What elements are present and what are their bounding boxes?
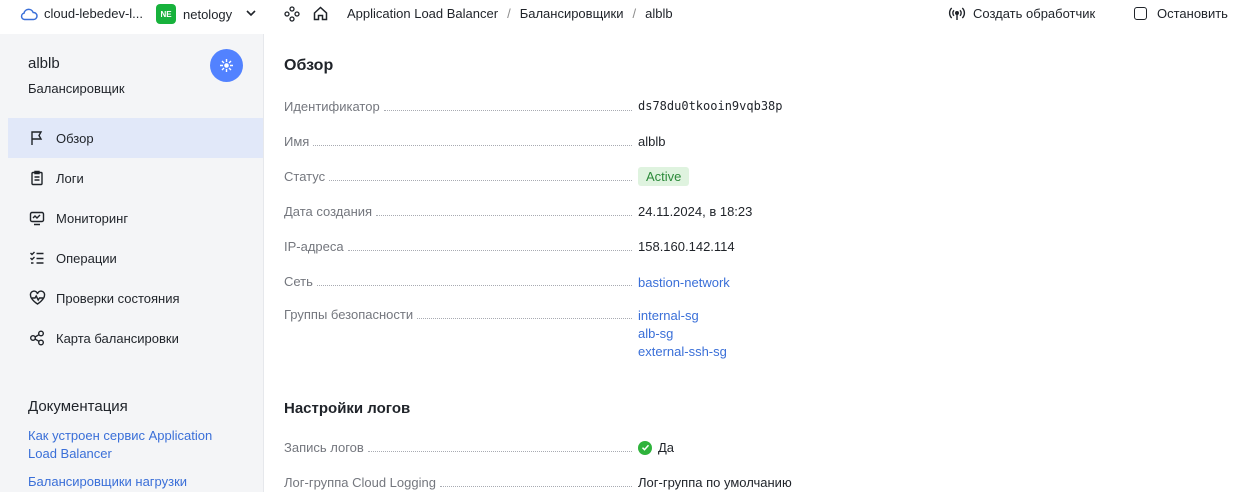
field-label: Имя [284,134,632,149]
cloud-icon [20,8,38,20]
field-label: Идентификатор [284,99,632,114]
sidebar-item-label: Проверки состояния [56,290,180,306]
stop-label: Остановить [1157,6,1228,21]
resource-title: alblb [28,55,60,72]
clipboard-icon [28,169,46,187]
field-created: Дата создания 24.11.2024, в 18:23 [284,204,1244,224]
create-handler-label: Создать обработчик [973,6,1096,21]
org-selector[interactable]: NE netology [156,4,232,24]
org-badge: NE [156,4,176,24]
field-label: Группы безопасности [284,307,632,322]
breadcrumb-service[interactable]: Application Load Balancer [347,6,498,21]
sidebar-item-overview[interactable]: Обзор [8,118,263,158]
sidebar-item-label: Операции [56,250,117,266]
breadcrumb-separator: / [632,6,637,21]
field-id: Идентификатор ds78du0tkooin9vqb38p [284,99,1244,119]
broadcast-icon [948,7,966,20]
field-label: Статус [284,169,632,184]
sidebar-item-monitoring[interactable]: Мониторинг [8,198,263,238]
top-bar: cloud-lebedev-l... NE netology Applicati… [0,0,1256,30]
sidebar-item-logs[interactable]: Логи [8,158,263,198]
security-group-link[interactable]: internal-sg [638,307,727,325]
field-value: ds78du0tkooin9vqb38p [638,99,783,113]
list-checks-icon [28,249,46,267]
sidebar: alblb Балансировщик Обзор Логи Мониторин… [8,34,264,492]
org-name: netology [183,6,233,22]
chevron-down-icon[interactable] [245,7,257,22]
field-value: 158.160.142.114 [638,239,735,254]
field-label: Запись логов [284,440,632,455]
breadcrumb: Application Load Balancer / Балансировщи… [347,6,673,21]
field-label: IP-адреса [284,239,632,254]
field-value: alblb [638,134,666,149]
field-log-group: Лог-группа Cloud Logging Лог-группа по у… [284,475,1244,495]
field-label: Сеть [284,274,632,289]
resource-type: Балансировщик [28,81,125,96]
network-link[interactable]: bastion-network [638,274,730,292]
breadcrumb-current: alblb [645,6,673,21]
security-group-link[interactable]: external-ssh-sg [638,343,727,361]
doc-link-load-balancers[interactable]: Балансировщики нагрузки [28,473,238,491]
field-name: Имя alblb [284,134,1244,154]
cloud-selector[interactable]: cloud-lebedev-l... [20,6,143,21]
stop-button[interactable]: Остановить [1134,6,1228,21]
sidebar-item-label: Карта балансировки [56,330,179,346]
field-value: Да [658,440,675,455]
field-network: Сеть bastion-network [284,274,1244,294]
sidebar-nav: Обзор Логи Мониторинг Операции Проверки … [8,118,263,358]
heartbeat-icon [28,289,46,307]
flag-icon [28,129,46,147]
field-log-write: Запись логов Да [284,440,1244,460]
field-label: Дата создания [284,204,632,219]
doc-link-alb-overview[interactable]: Как устроен сервис Application Load Bala… [28,427,238,463]
field-value: 24.11.2024, в 18:23 [638,204,753,219]
share-nodes-icon [28,329,46,347]
stop-icon [1134,7,1147,20]
load-balancer-service-icon [210,49,243,82]
sidebar-item-health-checks[interactable]: Проверки состояния [8,278,263,318]
breadcrumb-separator: / [507,6,511,21]
service-nodes-icon[interactable] [284,6,300,25]
status-badge: Active [638,167,690,186]
logs-settings-heading: Настройки логов [284,400,411,417]
field-ip: IP-адреса 158.160.142.114 [284,239,1244,259]
field-security-groups: Группы безопасности internal-sg alb-sg e… [284,307,1244,367]
field-status: Статус Active [284,167,1244,189]
sidebar-item-operations[interactable]: Операции [8,238,263,278]
home-icon[interactable] [312,5,329,25]
cloud-name: cloud-lebedev-l... [44,6,143,21]
breadcrumb-balancers[interactable]: Балансировщики [520,6,624,21]
security-group-link[interactable]: alb-sg [638,325,727,343]
sidebar-item-label: Мониторинг [56,210,129,226]
docs-title: Документация [28,398,128,415]
check-circle-icon [638,440,652,455]
create-handler-button[interactable]: Создать обработчик [948,6,1095,21]
field-label: Лог-группа Cloud Logging [284,475,632,490]
monitor-icon [28,209,46,227]
sidebar-item-balancing-map[interactable]: Карта балансировки [8,318,263,358]
sidebar-item-label: Обзор [56,130,94,146]
main-content: Обзор Идентификатор ds78du0tkooin9vqb38p… [264,34,1256,492]
field-value: Лог-группа по умолчанию [638,475,792,490]
sidebar-item-label: Логи [56,170,84,186]
left-edge-strip [0,34,8,492]
overview-heading: Обзор [284,57,334,74]
